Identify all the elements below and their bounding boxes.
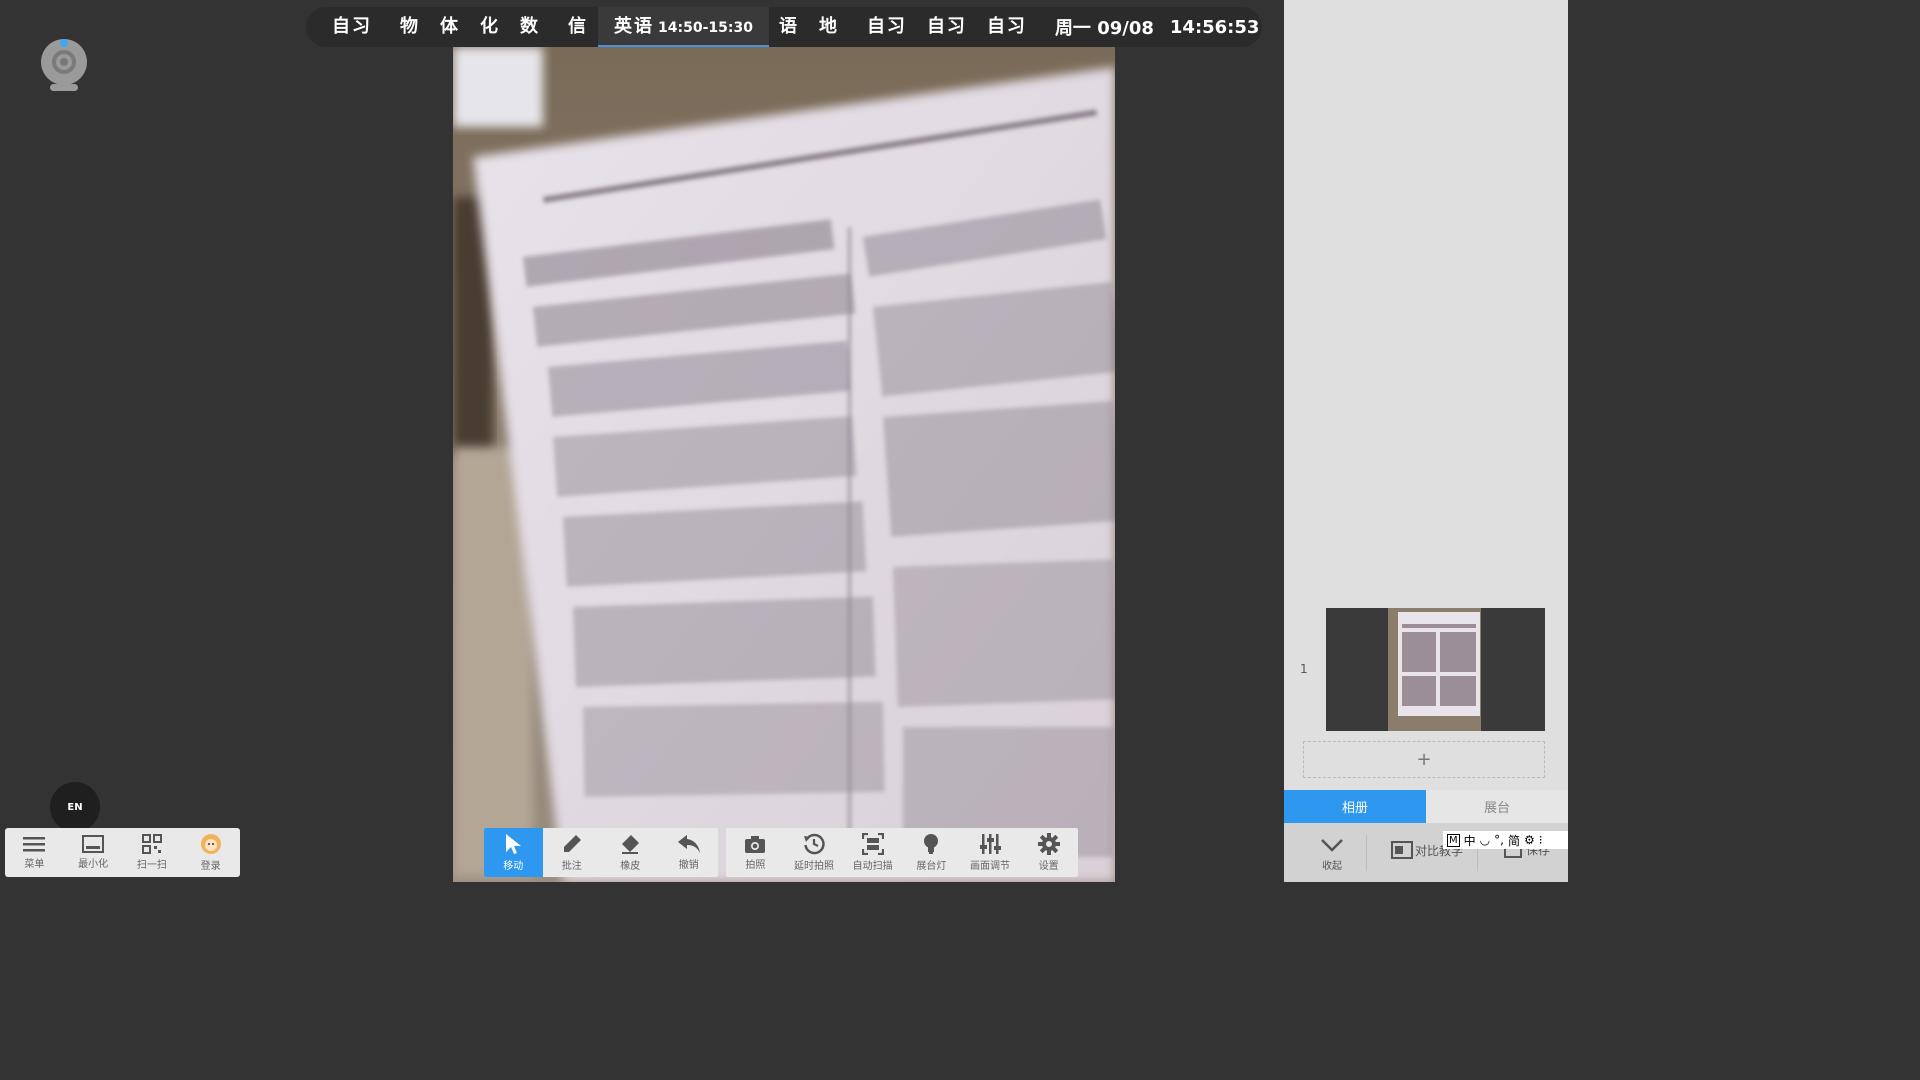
camera-icon xyxy=(745,836,766,853)
delayed-capture-label: 延时拍照 xyxy=(794,861,834,872)
scan-qr-label: 扫一扫 xyxy=(136,860,167,871)
footer-divider xyxy=(1366,835,1367,871)
move-label: 移动 xyxy=(503,861,524,872)
timer-icon xyxy=(804,833,825,855)
schedule-item: 自习 xyxy=(986,16,1027,37)
sliders-icon xyxy=(980,834,1002,854)
webcam-icon xyxy=(38,36,90,94)
ime-script: 简 xyxy=(1507,833,1520,848)
avatar-icon xyxy=(200,834,221,854)
undo-label: 撤销 xyxy=(678,860,699,871)
thumbnail-image xyxy=(1326,608,1545,731)
schedule-item: 语 xyxy=(778,16,799,37)
annotate-tool-button[interactable]: 批注 xyxy=(543,828,602,877)
auto-scan-button[interactable]: 自动扫描 xyxy=(843,828,902,877)
ime-mode: M xyxy=(1447,833,1460,847)
eraser-icon xyxy=(622,835,640,854)
minimize-label: 最小化 xyxy=(78,859,109,870)
language-switch-button[interactable]: EN xyxy=(50,782,100,832)
menu-icon xyxy=(23,837,46,852)
ime-language: 中 xyxy=(1463,833,1476,848)
main-toolbar: 菜单 最小化 扫一扫 登录 xyxy=(5,828,240,877)
tab-album[interactable]: 相册 xyxy=(1284,790,1426,823)
lamp-icon xyxy=(924,834,939,854)
ime-status-bar[interactable]: M 中 ◡ °, 简 ⚙ ⁝ xyxy=(1443,831,1568,849)
annotate-label: 批注 xyxy=(561,861,582,872)
schedule-item: 信 xyxy=(568,16,588,37)
menu-label: 菜单 xyxy=(24,859,45,870)
more-icon: ⁝ xyxy=(1538,833,1543,847)
scan-qr-button[interactable]: 扫一扫 xyxy=(123,828,182,877)
schedule-date: 周一 09/08 xyxy=(1054,18,1154,39)
booth-lamp-button[interactable]: 展台灯 xyxy=(902,828,961,877)
undo-icon xyxy=(677,835,700,853)
edit-toolbar: 移动 批注 橡皮 撤销 xyxy=(484,828,718,877)
document-image xyxy=(453,47,1115,882)
undo-button[interactable]: 撤销 xyxy=(660,828,719,877)
schedule-item: 自习 xyxy=(926,16,967,37)
schedule-item: 自习 xyxy=(332,16,372,37)
pen-icon xyxy=(563,835,581,852)
schedule-clock: 14:56:53 xyxy=(1169,16,1260,38)
schedule-item: 数 xyxy=(520,16,540,37)
gear-icon: ⚙ xyxy=(1523,833,1535,847)
punctuation-icon: °, xyxy=(1494,833,1504,847)
move-tool-button[interactable]: 移动 xyxy=(484,828,543,877)
compare-icon xyxy=(1391,841,1413,859)
schedule-item-current: 英语 14:50-15:30 xyxy=(598,7,769,47)
eraser-label: 橡皮 xyxy=(620,861,641,872)
schedule-current-subject: 英语 xyxy=(614,15,654,37)
scan-icon xyxy=(861,833,884,855)
collapse-button[interactable]: 收起 xyxy=(1312,837,1352,872)
eraser-tool-button[interactable]: 橡皮 xyxy=(601,828,660,877)
qr-code-icon xyxy=(141,834,162,854)
login-label: 登录 xyxy=(200,861,221,872)
chevron-down-icon xyxy=(1321,839,1343,852)
language-label: EN xyxy=(67,801,83,813)
half-width-icon: ◡ xyxy=(1479,833,1491,847)
login-button[interactable]: 登录 xyxy=(181,828,240,877)
schedule-item: 地 xyxy=(818,16,839,37)
gear-icon xyxy=(1037,833,1060,855)
image-adjust-button[interactable]: 画面调节 xyxy=(961,828,1020,877)
tab-booth[interactable]: 展台 xyxy=(1426,790,1568,823)
delayed-capture-button[interactable]: 延时拍照 xyxy=(785,828,844,877)
camera-view[interactable] xyxy=(453,47,1115,882)
image-adjust-label: 画面调节 xyxy=(970,861,1011,872)
side-panel: 1 + 相册 展台 收起 对比教学 保存 xyxy=(1284,0,1568,882)
minimize-icon xyxy=(82,835,105,853)
menu-button[interactable]: 菜单 xyxy=(5,828,64,877)
booth-lamp-label: 展台灯 xyxy=(916,861,947,872)
panel-tabs: 相册 展台 xyxy=(1284,790,1568,823)
camera-toolbar: 拍照 延时拍照 自动扫描 展台灯 画面调节 设置 xyxy=(726,828,1078,877)
thumbnail-index: 1 xyxy=(1300,662,1308,676)
capture-label: 拍照 xyxy=(745,860,766,871)
schedule-item: 自习 xyxy=(866,16,907,37)
capture-button[interactable]: 拍照 xyxy=(726,828,785,877)
settings-label: 设置 xyxy=(1038,861,1059,872)
auto-scan-label: 自动扫描 xyxy=(852,861,893,872)
add-page-button[interactable]: + xyxy=(1303,741,1545,778)
schedule-item: 体 xyxy=(440,16,460,37)
collapse-label: 收起 xyxy=(1322,861,1342,872)
schedule-current-time: 14:50-15:30 xyxy=(658,19,753,36)
schedule-item: 化 xyxy=(480,16,500,37)
album-thumbnail[interactable] xyxy=(1326,608,1545,731)
settings-button[interactable]: 设置 xyxy=(1019,828,1078,877)
schedule-item: 物 xyxy=(400,16,420,37)
schedule-bar: 自习 物 体 化 数 信 英语 14:50-15:30 语 地 自习 自习 自习 … xyxy=(306,7,1262,47)
cursor-icon xyxy=(506,834,522,854)
minimize-button[interactable]: 最小化 xyxy=(64,828,123,877)
